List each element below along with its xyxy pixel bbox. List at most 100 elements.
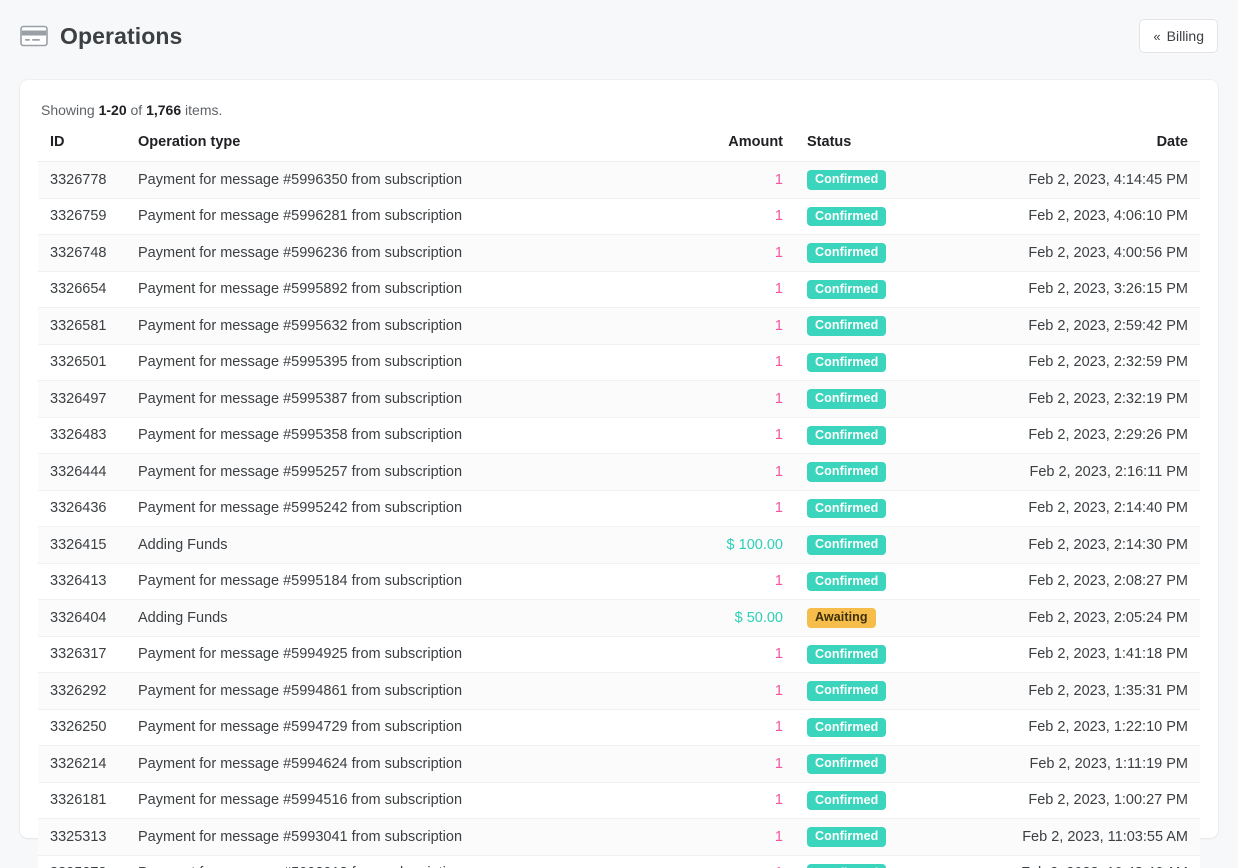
column-header-amount[interactable]: Amount: [665, 134, 795, 162]
table-row[interactable]: 3326581 Payment for message #5995632 from…: [38, 307, 1200, 345]
cell-amount: 1: [665, 307, 795, 345]
amount-value: 1: [774, 354, 783, 371]
amount-value: $ 50.00: [734, 609, 783, 626]
cell-id: 3325273: [38, 855, 126, 868]
cell-status: Confirmed: [795, 818, 980, 856]
table-row[interactable]: 3326759 Payment for message #5996281 from…: [38, 198, 1200, 235]
cell-operation-type: Adding Funds: [126, 526, 665, 564]
amount-value: 1: [774, 244, 783, 261]
cell-operation-type: Adding Funds: [126, 599, 665, 637]
cell-id: 3326436: [38, 490, 126, 527]
table-row[interactable]: 3326654 Payment for message #5995892 from…: [38, 271, 1200, 308]
page-title-group: Operations: [20, 23, 182, 50]
table-row[interactable]: 3326501 Payment for message #5995395 from…: [38, 344, 1200, 381]
table-row[interactable]: 3326483 Payment for message #5995358 from…: [38, 417, 1200, 454]
cell-amount: 1: [665, 855, 795, 868]
status-badge: Confirmed: [807, 243, 887, 263]
cell-date: Feb 2, 2023, 4:00:56 PM: [980, 234, 1200, 272]
cell-status: Confirmed: [795, 636, 980, 673]
cell-date: Feb 2, 2023, 2:08:27 PM: [980, 563, 1200, 600]
cell-date: Feb 2, 2023, 2:32:19 PM: [980, 380, 1200, 418]
cell-date: Feb 2, 2023, 2:32:59 PM: [980, 344, 1200, 381]
amount-value: 1: [774, 463, 783, 480]
table-row[interactable]: 3326778 Payment for message #5996350 from…: [38, 161, 1200, 199]
amount-value: 1: [774, 281, 783, 298]
summary-range: 1-20: [98, 102, 127, 118]
cell-operation-type: Payment for message #5994925 from subscr…: [126, 636, 665, 673]
table-row[interactable]: 3326317 Payment for message #5994925 from…: [38, 636, 1200, 673]
cell-operation-type: Payment for message #5994729 from subscr…: [126, 709, 665, 746]
status-badge: Confirmed: [807, 206, 887, 226]
column-header-status[interactable]: Status: [795, 134, 980, 162]
cell-id: 3326181: [38, 782, 126, 819]
cell-operation-type: Payment for message #5994516 from subscr…: [126, 782, 665, 819]
status-badge: Confirmed: [807, 827, 887, 847]
table-row[interactable]: 3325273Payment for message #5992913 from…: [38, 855, 1200, 868]
table-row[interactable]: 3326413 Payment for message #5995184 from…: [38, 563, 1200, 600]
cell-operation-type: Payment for message #5992913 from subscr…: [126, 855, 665, 868]
column-header-id[interactable]: ID: [38, 134, 126, 162]
table-row[interactable]: 3326404 Adding Funds $ 50.00 Awaiting Feb 2,…: [38, 599, 1200, 637]
table-row[interactable]: 3326497 Payment for message #5995387 from…: [38, 380, 1200, 418]
summary-middle: of: [126, 102, 147, 118]
table-row[interactable]: 3326292 Payment for message #5994861 from…: [38, 672, 1200, 710]
cell-status: Confirmed: [795, 709, 980, 746]
cell-amount: 1: [665, 161, 795, 199]
cell-date: Feb 2, 2023, 2:59:42 PM: [980, 307, 1200, 345]
table-row[interactable]: 3326748 Payment for message #5996236 from…: [38, 234, 1200, 272]
amount-value: 1: [774, 828, 783, 845]
cell-operation-type: Payment for message #5993041 from subscr…: [126, 818, 665, 856]
page-header: Operations « Billing: [0, 0, 1238, 72]
cell-status: Confirmed: [795, 745, 980, 783]
table-header-row: ID Operation type Amount Status Date: [38, 134, 1200, 162]
cell-amount: 1: [665, 709, 795, 746]
table-row[interactable]: 3326444 Payment for message #5995257 from…: [38, 453, 1200, 491]
cell-date: Feb 2, 2023, 11:03:55 AM: [980, 818, 1200, 856]
summary-prefix: Showing: [41, 102, 99, 118]
table-row[interactable]: 3326181 Payment for message #5994516 from…: [38, 782, 1200, 819]
column-header-date[interactable]: Date: [980, 134, 1200, 162]
cell-amount: 1: [665, 380, 795, 418]
amount-value: 1: [774, 719, 783, 736]
amount-value: 1: [774, 171, 783, 188]
cell-id: 3326581: [38, 307, 126, 345]
cell-status: Confirmed: [795, 417, 980, 454]
cell-amount: 1: [665, 271, 795, 308]
cell-amount: 1: [665, 563, 795, 600]
cell-date: Feb 2, 2023, 2:16:11 PM: [980, 453, 1200, 491]
cell-amount: 1: [665, 453, 795, 491]
cell-operation-type: Payment for message #5994624 from subscr…: [126, 745, 665, 783]
status-badge: Confirmed: [807, 352, 887, 372]
cell-id: 3326415: [38, 526, 126, 564]
amount-value: 1: [774, 682, 783, 699]
cell-date: Feb 2, 2023, 2:14:40 PM: [980, 490, 1200, 527]
cell-operation-type: Payment for message #5995387 from subscr…: [126, 380, 665, 418]
cell-amount: $ 50.00: [665, 599, 795, 637]
table-row[interactable]: 3326415 Adding Funds $ 100.00 Confirmed Feb …: [38, 526, 1200, 564]
cell-id: 3326444: [38, 453, 126, 491]
amount-value: 1: [774, 573, 783, 590]
cell-date: Feb 2, 2023, 1:35:31 PM: [980, 672, 1200, 710]
cell-status: Confirmed: [795, 198, 980, 235]
status-badge: Confirmed: [807, 681, 887, 701]
cell-status: Confirmed: [795, 344, 980, 381]
column-header-type[interactable]: Operation type: [126, 134, 665, 162]
cell-amount: $ 100.00: [665, 526, 795, 564]
status-badge: Confirmed: [807, 425, 887, 445]
cell-date: Feb 2, 2023, 1:41:18 PM: [980, 636, 1200, 673]
cell-operation-type: Payment for message #5995184 from subscr…: [126, 563, 665, 600]
status-badge: Confirmed: [807, 170, 887, 190]
table-row[interactable]: 3326436 Payment for message #5995242 from…: [38, 490, 1200, 527]
cell-date: Feb 2, 2023, 2:05:24 PM: [980, 599, 1200, 637]
table-row[interactable]: 3325313 Payment for message #5993041 from…: [38, 818, 1200, 856]
cell-amount: 1: [665, 636, 795, 673]
table-row[interactable]: 3326250 Payment for message #5994729 from…: [38, 709, 1200, 746]
cell-date: Feb 2, 2023, 4:06:10 PM: [980, 198, 1200, 235]
table-head: ID Operation type Amount Status Date: [38, 134, 1200, 162]
billing-button[interactable]: « Billing: [1139, 19, 1218, 53]
cell-id: 3325313: [38, 818, 126, 856]
cell-amount: 1: [665, 234, 795, 272]
cell-status: Confirmed: [795, 782, 980, 819]
cell-operation-type: Payment for message #5995892 from subscr…: [126, 271, 665, 308]
table-row[interactable]: 3326214 Payment for message #5994624 from…: [38, 745, 1200, 783]
